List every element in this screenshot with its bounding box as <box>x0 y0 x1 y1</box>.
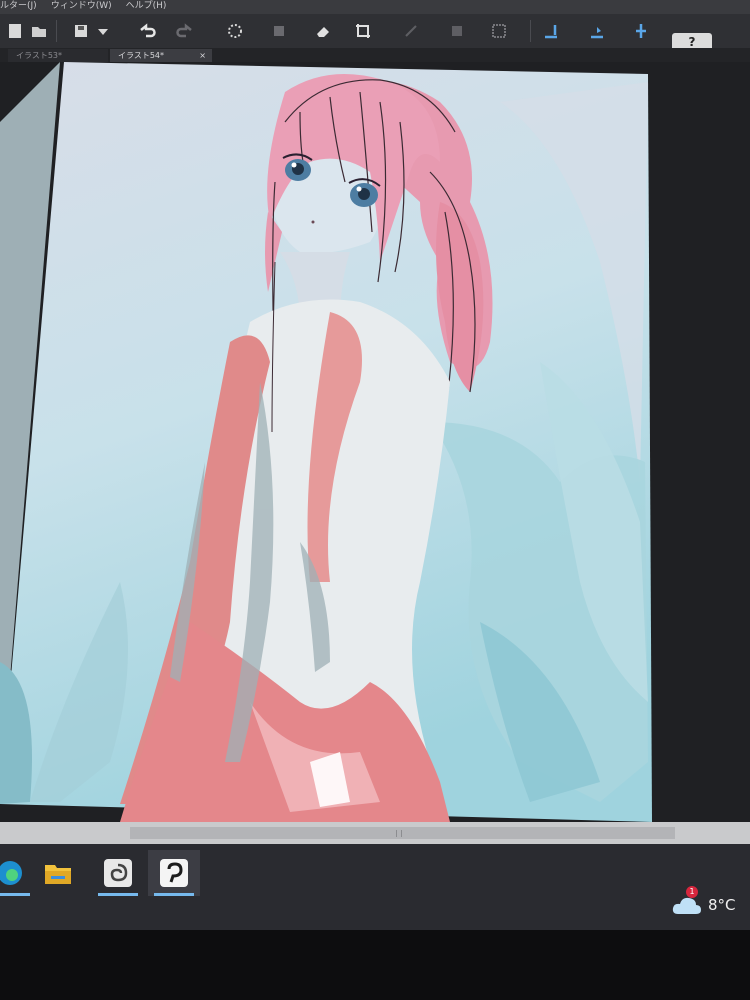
undo-icon[interactable] <box>136 20 158 42</box>
toolbar-separator <box>56 20 57 42</box>
taskbar-app-edge[interactable] <box>0 850 36 896</box>
tab-label: イラスト53* <box>16 51 63 60</box>
taskbar: 1 8°C <box>0 844 750 930</box>
document-tab-bar: イラスト53* イラスト54* × <box>0 48 750 62</box>
taskbar-app-file-explorer[interactable] <box>32 850 84 896</box>
grid-snap-icon[interactable] <box>630 20 652 42</box>
edge-icon <box>0 861 22 885</box>
tab-illustration-54[interactable]: イラスト54* × <box>110 49 212 62</box>
redo-icon[interactable] <box>174 20 196 42</box>
clip-studio-icon <box>104 859 132 887</box>
grid-icon[interactable] <box>488 20 510 42</box>
menu-item-window[interactable]: ウィンドウ(W) <box>51 0 112 14</box>
running-indicator <box>98 893 138 896</box>
tab-label: イラスト54* <box>118 51 165 60</box>
eraser-icon[interactable] <box>312 20 334 42</box>
mouth <box>311 220 315 224</box>
menu-item-filter[interactable]: ルター(J) <box>0 0 37 14</box>
monitor-screen: ルター(J) ウィンドウ(W) ヘルプ(H) ? イラスト53* イラスト54*… <box>0 0 750 1000</box>
taskbar-app-clip-studio[interactable] <box>92 850 144 896</box>
monitor-bezel <box>0 930 750 1000</box>
clip-studio-paint-icon <box>160 859 188 887</box>
save-icon[interactable] <box>70 20 92 42</box>
weather-widget[interactable]: 1 8°C <box>672 886 736 916</box>
menu-item-help[interactable]: ヘルプ(H) <box>126 0 167 14</box>
horizontal-scrollbar[interactable] <box>0 822 750 844</box>
close-tab-icon[interactable]: × <box>199 49 206 62</box>
open-folder-icon[interactable] <box>28 20 50 42</box>
notification-badge: 1 <box>686 886 698 898</box>
running-indicator <box>154 893 194 896</box>
taskbar-app-clip-studio-paint[interactable] <box>148 850 200 896</box>
canvas-workspace[interactable] <box>0 62 750 822</box>
transform-icon[interactable] <box>268 20 290 42</box>
tab-illustration-53[interactable]: イラスト53* <box>8 49 108 62</box>
toolbar-separator <box>530 20 531 42</box>
weather-icon-wrap: 1 <box>672 886 702 916</box>
fill-tool-icon[interactable] <box>446 20 468 42</box>
weather-temperature: 8°C <box>708 896 736 914</box>
ruler-snap-icon[interactable] <box>540 20 562 42</box>
cloud-icon <box>672 897 701 914</box>
scrollbar-grip-icon <box>396 830 402 837</box>
crop-icon[interactable] <box>352 20 374 42</box>
file-explorer-icon <box>45 865 71 884</box>
new-file-icon[interactable] <box>4 20 26 42</box>
illustration-canvas[interactable] <box>0 62 750 822</box>
selection-clear-icon[interactable] <box>224 20 246 42</box>
running-indicator <box>0 893 30 896</box>
dropdown-arrow-icon[interactable] <box>92 20 114 42</box>
special-ruler-snap-icon[interactable] <box>586 20 608 42</box>
menu-bar: ルター(J) ウィンドウ(W) ヘルプ(H) <box>0 0 750 14</box>
line-tool-icon[interactable] <box>400 20 422 42</box>
scrollbar-thumb[interactable] <box>130 827 675 839</box>
command-bar: ? <box>0 14 750 51</box>
